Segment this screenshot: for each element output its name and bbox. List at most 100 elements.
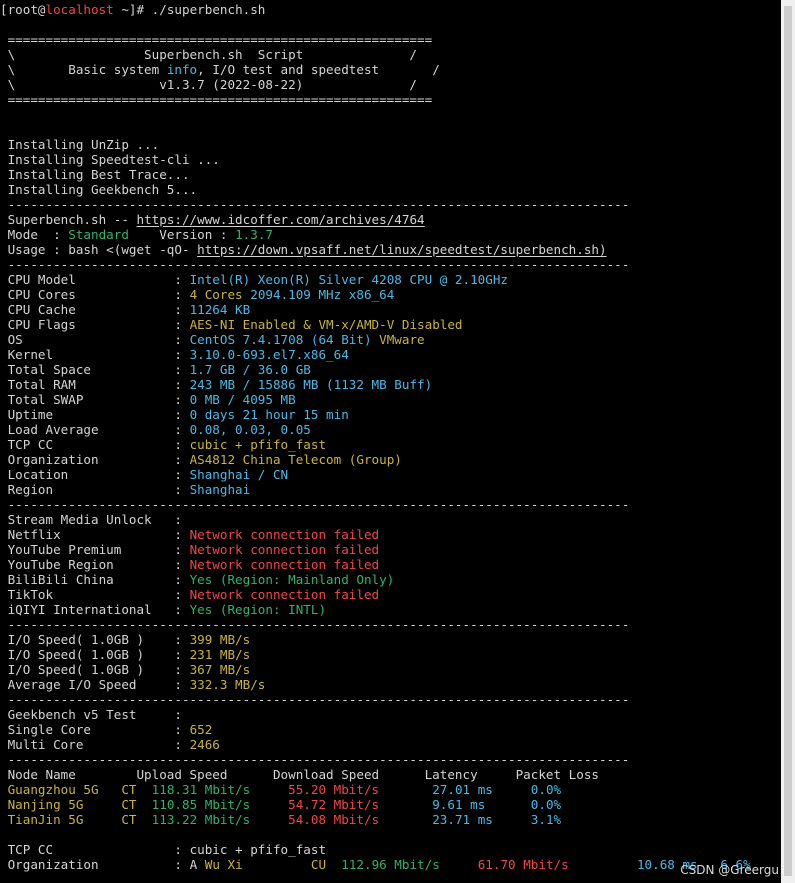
terminal-line: Mode : Standard Version : 1.3.7 xyxy=(0,227,273,242)
terminal-text: 0.0% xyxy=(530,797,562,812)
terminal-text: 652 xyxy=(189,722,213,737)
terminal-output[interactable]: [root@localhost ~]# ./superbench.sh ====… xyxy=(0,0,795,883)
terminal-text: Organization : xyxy=(0,857,190,872)
terminal-text: Single Core : xyxy=(0,722,190,737)
terminal-text: 243 MB / 15886 MB (1132 MB Buff) xyxy=(189,377,433,392)
terminal-line: [root@localhost ~]# ./superbench.sh xyxy=(0,2,265,17)
terminal-line: Node Name Upload Speed Download Speed La… xyxy=(0,767,599,782)
terminal-text: TCP CC : xyxy=(0,842,190,857)
terminal-text: 0 days 21 hour 15 min xyxy=(189,407,349,422)
terminal-line: OS : CentOS 7.4.1708 (64 Bit) VMware xyxy=(0,332,425,347)
terminal-line: Organization : AS4812 China Telecom (Gro… xyxy=(0,452,402,467)
terminal-text: TCP CC : xyxy=(0,437,190,452)
terminal-text: A xyxy=(189,857,205,872)
terminal-text: CentOS 7.4.1708 (64 Bit) xyxy=(189,332,380,347)
terminal-text: Network connection failed xyxy=(189,557,380,572)
terminal-text: ========================================… xyxy=(0,92,433,107)
terminal-text: YouTube Region : xyxy=(0,557,190,572)
terminal-text: cubic + pfifo_fast xyxy=(189,437,327,452)
terminal-line: YouTube Premium : Network connection fai… xyxy=(0,542,380,557)
terminal-line: I/O Speed( 1.0GB ) : 367 MB/s xyxy=(0,662,251,677)
terminal-text: Installing Geekbench 5... xyxy=(0,182,198,197)
terminal-text: Location : xyxy=(0,467,190,482)
terminal-text: 112.96 Mbit/s xyxy=(341,857,478,872)
terminal-line: YouTube Region : Network connection fail… xyxy=(0,557,380,572)
terminal-text: Mode : xyxy=(0,227,69,242)
terminal-line: Location : Shanghai / CN xyxy=(0,467,289,482)
terminal-line: ----------------------------------------… xyxy=(0,197,630,212)
terminal-line: ----------------------------------------… xyxy=(0,257,630,272)
terminal-text: 2094.109 MHz x86_64 xyxy=(250,287,395,302)
terminal-text: Installing UnZip ... xyxy=(0,137,160,152)
terminal-text: Load Average : xyxy=(0,422,190,437)
terminal-text: I/O Speed( 1.0GB ) : xyxy=(0,662,190,677)
terminal-line: ========================================… xyxy=(0,92,433,107)
terminal-text: Nanjing 5G CT xyxy=(0,797,152,812)
terminal-line: ----------------------------------------… xyxy=(0,617,630,632)
terminal-text: \ v1.3.7 (2022-08-22) / xyxy=(0,77,418,92)
terminal-text: Shanghai / CN xyxy=(189,467,289,482)
terminal-line: Region : Shanghai xyxy=(0,482,251,497)
terminal-line: CPU Cores : 4 Cores 2094.109 MHz x86_64 xyxy=(0,287,395,302)
terminal-line: ----------------------------------------… xyxy=(0,752,630,767)
terminal-line: Total SWAP : 0 MB / 4095 MB xyxy=(0,392,296,407)
terminal-text: Network connection failed xyxy=(189,542,380,557)
terminal-text: Yes (Region: INTL) xyxy=(189,602,327,617)
terminal-text: Version : xyxy=(128,227,236,242)
scrollbar-thumb[interactable] xyxy=(784,6,792,876)
terminal-text: ~]# ./superbench.sh xyxy=(113,2,266,17)
terminal-text: ----------------------------------------… xyxy=(0,752,630,767)
terminal-text: Region : xyxy=(0,482,190,497)
terminal-line: \ Superbench.sh Script / xyxy=(0,47,417,62)
terminal-text: AES-NI Enabled & VM-x/AMD-V Disabled xyxy=(189,317,463,332)
terminal-line: ----------------------------------------… xyxy=(0,497,630,512)
terminal-text: YouTube Premium : xyxy=(0,542,190,557)
terminal-text: 118.31 Mbit/s xyxy=(151,782,289,797)
terminal-line: Load Average : 0.08, 0.03, 0.05 xyxy=(0,422,311,437)
terminal-line: Installing UnZip ... xyxy=(0,137,160,152)
terminal-line: TCP CC : cubic + pfifo_fast xyxy=(0,842,326,857)
terminal-text: Total SWAP : xyxy=(0,392,190,407)
terminal-line: Average I/O Speed : 332.3 MB/s xyxy=(0,677,266,692)
terminal-text: Network connection failed xyxy=(189,587,380,602)
terminal-text: 9.61 ms xyxy=(432,797,531,812)
terminal-line: Netflix : Network connection failed xyxy=(0,527,380,542)
terminal-text: I/O Speed( 1.0GB ) : xyxy=(0,647,190,662)
terminal-link[interactable]: https://down.vpsaff.net/linux/speedtest/… xyxy=(197,242,606,257)
terminal-text: Shanghai xyxy=(189,482,251,497)
terminal-text: OS : xyxy=(0,332,190,347)
terminal-line: Kernel : 3.10.0-693.el7.x86_64 xyxy=(0,347,349,362)
terminal-text: ----------------------------------------… xyxy=(0,497,630,512)
terminal-text: Uptime : xyxy=(0,407,190,422)
terminal-text: Installing Speedtest-cli ... xyxy=(0,152,220,167)
terminal-text: Total RAM : xyxy=(0,377,190,392)
terminal-text: iQIYI International : xyxy=(0,602,190,617)
terminal-text: 2466 xyxy=(189,737,220,752)
terminal-link[interactable]: https://www.idcoffer.com/archives/4764 xyxy=(136,212,424,227)
terminal-line: iQIYI International : Yes (Region: INTL) xyxy=(0,602,326,617)
terminal-text: ----------------------------------------… xyxy=(0,692,630,707)
terminal-text: 54.72 Mbit/s xyxy=(288,797,433,812)
terminal-text: TikTok : xyxy=(0,587,190,602)
terminal-text: 27.01 ms xyxy=(432,782,531,797)
terminal-line: Nanjing 5G CT 110.85 Mbit/s 54.72 Mbit/s… xyxy=(0,797,562,812)
terminal-text: CU xyxy=(242,857,342,872)
terminal-text: 0.0% xyxy=(530,782,562,797)
terminal-line: Total RAM : 243 MB / 15886 MB (1132 MB B… xyxy=(0,377,433,392)
terminal-text: Netflix : xyxy=(0,527,190,542)
terminal-text: CPU Cache : xyxy=(0,302,190,317)
terminal-text: 399 MB/s xyxy=(189,632,251,647)
terminal-text: AS4812 China Telecom (Group) xyxy=(189,452,402,467)
terminal-text: ----------------------------------------… xyxy=(0,257,630,272)
terminal-line: ----------------------------------------… xyxy=(0,692,630,707)
terminal-text: Network connection failed xyxy=(189,527,380,542)
terminal-text: Superbench.sh -- xyxy=(0,212,137,227)
terminal-text: Average I/O Speed : xyxy=(0,677,190,692)
terminal-text: info xyxy=(166,62,198,77)
terminal-text: CPU Flags : xyxy=(0,317,190,332)
vertical-scrollbar[interactable] xyxy=(781,0,795,883)
terminal-line: Installing Geekbench 5... xyxy=(0,182,198,197)
terminal-text: \ Basic system xyxy=(0,62,167,77)
terminal-line: I/O Speed( 1.0GB ) : 399 MB/s xyxy=(0,632,251,647)
terminal-text: Total Space : xyxy=(0,362,190,377)
